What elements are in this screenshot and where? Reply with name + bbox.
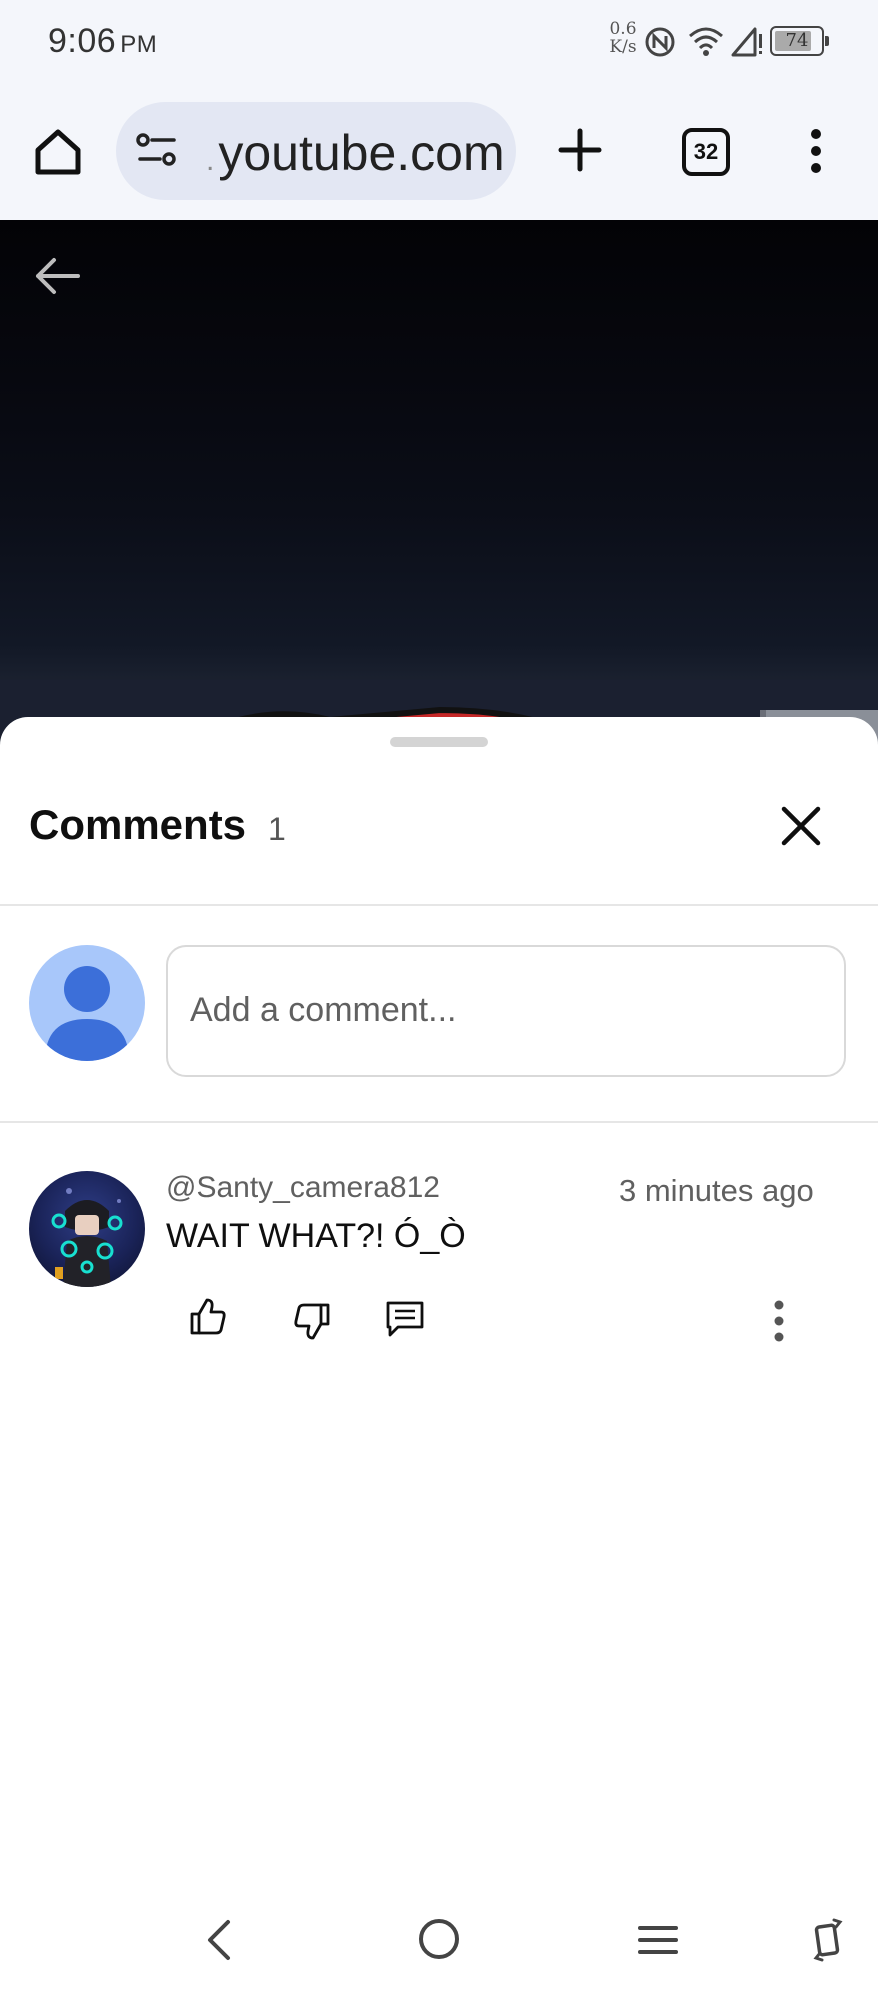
signal-icon [731, 27, 762, 57]
more-vert-icon[interactable] [808, 128, 824, 174]
tab-count: 32 [693, 139, 719, 164]
comment-author[interactable]: @Santy_camera812 [166, 1171, 440, 1205]
battery-level: 74 [785, 30, 809, 51]
back-arrow-icon[interactable] [34, 256, 80, 296]
video-player[interactable] [0, 220, 878, 750]
url-domain: youtube.com [218, 125, 505, 181]
rotate-screen-icon[interactable] [812, 1918, 844, 1962]
status-time: 9:06 PM [48, 22, 157, 61]
user-icon [45, 966, 129, 1061]
close-icon[interactable] [780, 805, 822, 847]
battery-icon: 74 [770, 26, 829, 56]
comments-count: 1 [268, 811, 286, 847]
header-divider [0, 904, 878, 906]
nav-home-icon[interactable] [418, 1918, 460, 1960]
url-text: .youtube.com [206, 125, 505, 181]
nav-recents-icon[interactable] [638, 1924, 678, 1956]
drag-handle[interactable] [390, 737, 488, 747]
commenter-avatar[interactable] [29, 1171, 145, 1287]
network-speed-unit: K/s [609, 37, 637, 57]
comment-text: WAIT WHAT?! Ó_Ò [166, 1217, 466, 1255]
network-speed: 0.6 K/s [606, 20, 640, 56]
add-comment-placeholder: Add a comment... [190, 991, 457, 1029]
wifi-icon [689, 27, 723, 56]
address-bar[interactable]: .youtube.com [116, 102, 516, 200]
status-clock: 9:06 [48, 22, 117, 60]
comments-title: Comments [29, 801, 247, 848]
status-bar: 9:06 PM 0.6 K/s 74 [0, 0, 878, 86]
status-ampm: PM [120, 31, 158, 58]
character-avatar-image [51, 1188, 123, 1287]
nav-back-icon[interactable] [204, 1918, 234, 1962]
comments-sheet: Comments 1 Add a comment... @Santy_camer… [0, 717, 878, 1999]
system-nav-bar [0, 1880, 878, 1999]
network-speed-value: 0.6 [609, 19, 637, 39]
home-icon[interactable] [32, 126, 84, 178]
like-icon[interactable] [188, 1297, 228, 1337]
site-settings-icon[interactable] [136, 132, 178, 168]
comment-timestamp: 3 minutes ago [619, 1173, 814, 1208]
input-divider [0, 1121, 878, 1123]
add-comment-input[interactable]: Add a comment... [166, 945, 846, 1077]
avatar [29, 945, 145, 1061]
new-tab-icon[interactable] [558, 128, 602, 172]
nfc-icon [645, 27, 675, 57]
browser-toolbar: .youtube.com 32 [0, 86, 878, 220]
comment-menu-icon[interactable] [772, 1299, 786, 1343]
tab-switcher-button[interactable]: 32 [682, 128, 730, 176]
dislike-icon[interactable] [292, 1301, 332, 1341]
reply-icon[interactable] [384, 1299, 426, 1339]
